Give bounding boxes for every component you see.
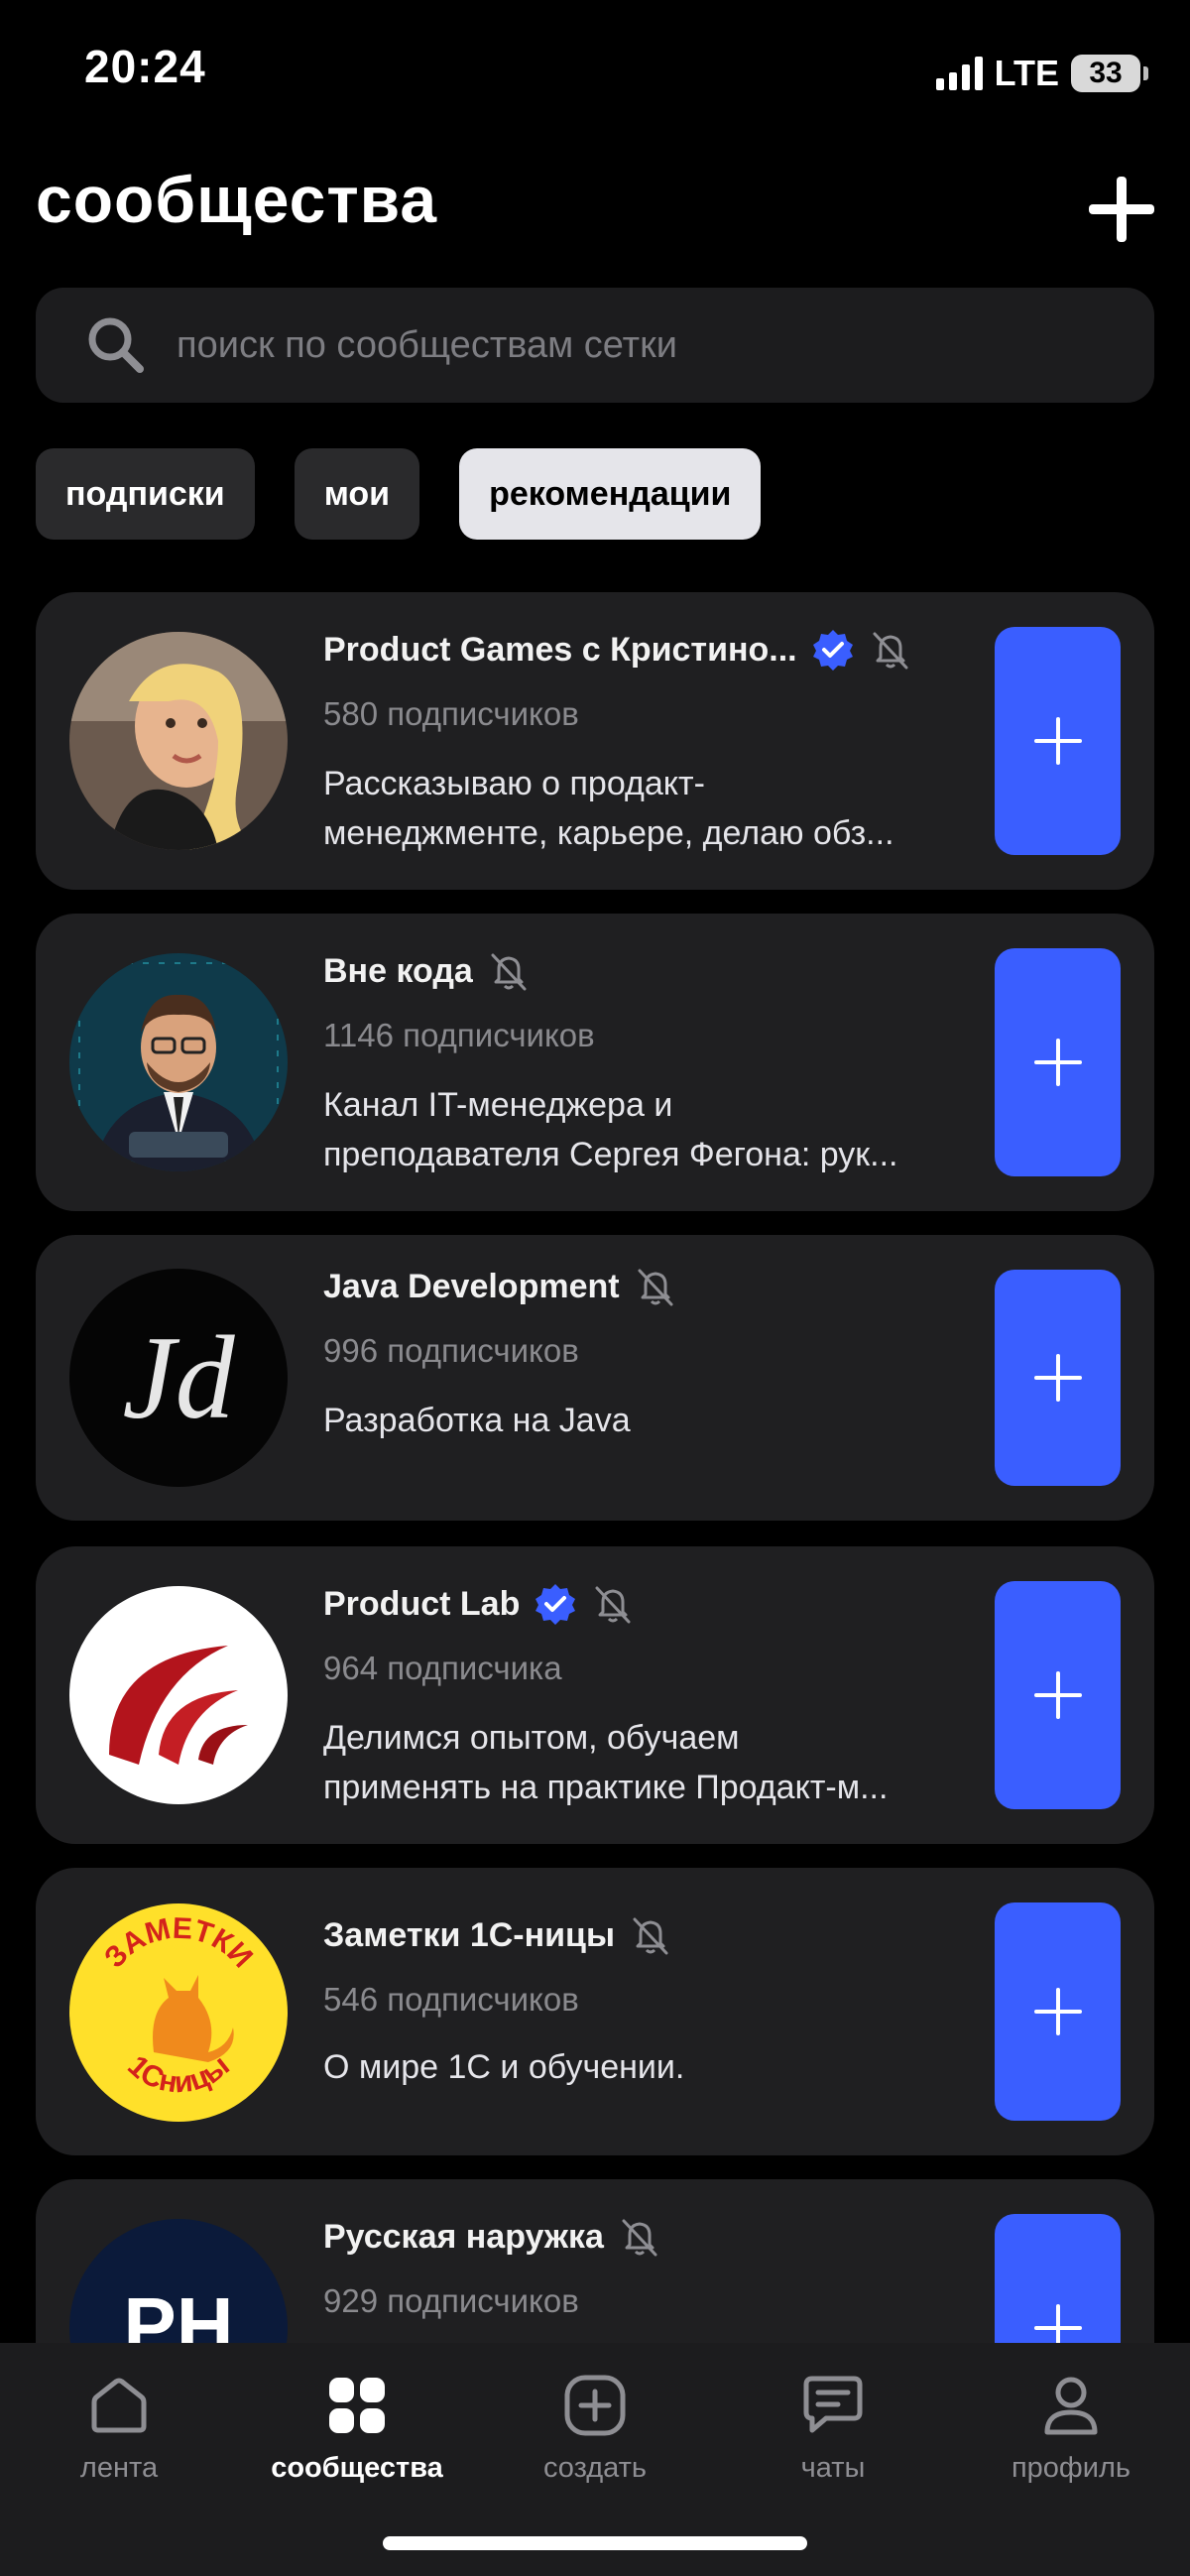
subscriber-count: 929 подписчиков — [323, 2282, 579, 2319]
community-name: Product Games с Кристино... — [323, 630, 797, 669]
tab-profile[interactable]: профиль — [952, 2373, 1190, 2485]
muted-bell-icon[interactable] — [618, 2215, 661, 2259]
avatar — [69, 1586, 288, 1804]
tab-create[interactable]: создать — [476, 2373, 714, 2485]
subscriber-count: 546 подписчиков — [323, 1981, 579, 2018]
description-line: Рассказываю о продакт- — [323, 765, 705, 802]
home-indicator — [383, 2536, 807, 2550]
tab-label: лента — [79, 2452, 159, 2484]
description-line: преподавателя Сергея Фегона: рук... — [323, 1136, 898, 1173]
muted-bell-icon[interactable] — [629, 1913, 672, 1957]
description-line: менеджменте, карьере, делаю обз... — [323, 814, 894, 852]
community-name: Java Development — [323, 1267, 620, 1305]
tab-label: сообщества — [271, 2452, 443, 2484]
avatar — [69, 632, 288, 850]
community-description: Делимся опытом, обучаем применять на пра… — [323, 1713, 958, 1812]
description-line: Делимся опытом, обучаем — [323, 1719, 740, 1757]
muted-bell-icon[interactable] — [487, 949, 531, 993]
community-description: Канал IT-менеджера и преподавателя Серге… — [323, 1080, 958, 1179]
avatar: Jd — [69, 1269, 288, 1487]
tab-recommendations[interactable]: рекомендации — [459, 448, 762, 540]
plus-icon — [1033, 1671, 1082, 1719]
add-community-button[interactable] — [1089, 177, 1154, 242]
tab-subscriptions[interactable]: подписки — [36, 448, 255, 540]
plus-square-icon — [564, 2375, 626, 2436]
plus-icon — [1033, 1039, 1082, 1086]
status-indicators: LTE 33 — [935, 50, 1148, 97]
search-icon — [88, 317, 144, 373]
join-button[interactable] — [995, 627, 1121, 855]
community-card[interactable]: ЗАМЕТКИ 1Сницы Заметки 1С-ницы 546 подпи… — [36, 1868, 1154, 2155]
muted-bell-icon[interactable] — [591, 1582, 635, 1626]
subscriber-count: 964 подписчика — [323, 1650, 562, 1686]
verified-badge-icon — [536, 1584, 576, 1625]
description-line: Разработка на Java — [323, 1402, 631, 1439]
card-title-row: Вне кода — [323, 949, 531, 993]
avatar-text: Jd — [122, 1311, 235, 1443]
signal-icon — [935, 57, 983, 90]
status-time: 20:24 — [84, 41, 206, 92]
card-title-row: Java Development — [323, 1265, 677, 1308]
join-button[interactable] — [995, 1581, 1121, 1809]
home-icon — [91, 2378, 147, 2433]
description-line: О мире 1С и обучении. — [323, 2048, 685, 2086]
verified-badge-icon — [812, 630, 853, 671]
page-title: сообщества — [36, 163, 438, 236]
profile-icon — [1044, 2377, 1098, 2435]
subscriber-count: 1146 подписчиков — [323, 1017, 595, 1053]
battery-level: 33 — [1089, 57, 1123, 89]
tab-label: чаты — [800, 2452, 866, 2484]
community-name: Product Lab — [323, 1584, 521, 1623]
community-name: Вне кода — [323, 951, 473, 990]
community-card[interactable]: Product Games с Кристино... 580 подписчи… — [36, 592, 1154, 890]
plus-icon — [1033, 1988, 1082, 2035]
community-description: Разработка на Java — [323, 1396, 958, 1445]
join-button[interactable] — [995, 1270, 1121, 1486]
tab-feed[interactable]: лента — [0, 2373, 238, 2485]
filter-tabs: подписки мои рекомендации — [36, 448, 762, 540]
avatar: ЗАМЕТКИ 1Сницы — [69, 1903, 288, 2122]
community-name: Заметки 1С-ницы — [323, 1915, 615, 1954]
community-card[interactable]: Вне кода 1146 подписчиков Канал IT-менед… — [36, 914, 1154, 1211]
community-description: Рассказываю о продакт- менеджменте, карь… — [323, 759, 958, 858]
grid-icon — [329, 2378, 385, 2433]
card-title-row: Русская наружка — [323, 2215, 661, 2259]
description-line: Канал IT-менеджера и — [323, 1086, 673, 1124]
subscriber-count: 580 подписчиков — [323, 695, 579, 732]
tab-communities[interactable]: сообщества — [238, 2373, 476, 2485]
plus-icon — [1033, 1354, 1082, 1402]
join-button[interactable] — [995, 948, 1121, 1176]
status-bar: 20:24 LTE 33 — [0, 0, 1190, 139]
chat-icon — [803, 2376, 863, 2433]
tab-chats[interactable]: чаты — [714, 2373, 952, 2485]
muted-bell-icon[interactable] — [869, 628, 912, 672]
tab-label: создать — [542, 2452, 648, 2484]
card-title-row: Заметки 1С-ницы — [323, 1913, 672, 1957]
network-type: LTE — [994, 53, 1059, 93]
tab-label: профиль — [1011, 2452, 1131, 2484]
search-bar[interactable] — [36, 288, 1154, 403]
description-line: применять на практике Продакт-м... — [323, 1769, 889, 1806]
community-card[interactable]: Jd Java Development 996 подписчиков Разр… — [36, 1235, 1154, 1521]
community-card[interactable]: Product Lab 964 подписчика Делимся опыто… — [36, 1546, 1154, 1844]
join-button[interactable] — [995, 1902, 1121, 2121]
card-title-row: Product Games с Кристино... — [323, 628, 912, 672]
tab-mine[interactable]: мои — [294, 448, 420, 540]
community-name: Русская наружка — [323, 2217, 604, 2256]
search-input[interactable] — [175, 322, 1154, 368]
avatar — [69, 953, 288, 1171]
subscriber-count: 996 подписчиков — [323, 1332, 579, 1369]
card-title-row: Product Lab — [323, 1582, 635, 1626]
muted-bell-icon[interactable] — [634, 1265, 677, 1308]
plus-icon — [1033, 717, 1082, 765]
battery-icon: 33 — [1071, 55, 1148, 92]
community-description: О мире 1С и обучении. — [323, 2042, 958, 2092]
